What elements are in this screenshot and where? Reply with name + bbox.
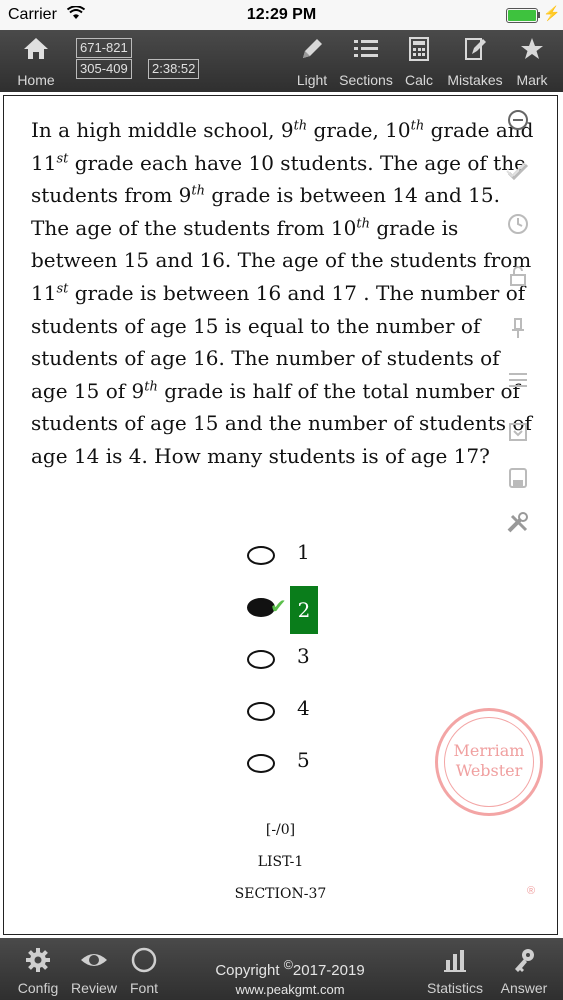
check-icon[interactable] (500, 156, 536, 188)
option-label: 5 (297, 748, 310, 772)
circle-icon (131, 947, 157, 973)
pencil-icon (303, 39, 322, 58)
bottom-toolbar: Config Review Font Copyright ©2017-2019 … (0, 938, 563, 1000)
minus-circle-icon[interactable] (500, 104, 536, 136)
answer-label: Answer (500, 980, 548, 996)
website-url: www.peakgmt.com (235, 982, 345, 997)
review-button[interactable]: Review (66, 938, 122, 1000)
pin-icon[interactable] (500, 312, 536, 344)
ordinal-superscript: th (144, 379, 158, 395)
bar-chart-icon (444, 950, 466, 972)
calc-label: Calc (404, 72, 433, 88)
statistics-label: Statistics (426, 980, 483, 996)
mark-button[interactable]: Mark (510, 30, 554, 92)
check-icon: ✔ (270, 596, 287, 618)
clock-icon[interactable] (500, 208, 536, 240)
edit-note-icon (465, 38, 486, 60)
list-icon[interactable] (500, 364, 536, 396)
ordinal-superscript: th (191, 183, 206, 199)
font-button[interactable]: Font (122, 938, 166, 1000)
top-toolbar: Home 671-821 305-409 2:38:52 Light Secti… (0, 30, 563, 92)
option-label: 3 (297, 644, 310, 668)
ordinal-superscript: st (56, 281, 69, 297)
lock-icon[interactable] (500, 260, 536, 292)
config-button[interactable]: Config (10, 938, 66, 1000)
radio-button[interactable] (247, 754, 275, 773)
eye-icon (81, 954, 107, 966)
score-range-bottom: 305-409 (76, 59, 132, 79)
save-icon[interactable] (500, 462, 536, 494)
tools-icon[interactable] (500, 508, 536, 540)
copyright-notice: Copyright ©2017-2019 www.peakgmt.com (180, 956, 400, 999)
score-range-top: 671-821 (76, 38, 132, 58)
option-label: 4 (297, 696, 310, 720)
mistakes-button[interactable]: Mistakes (440, 30, 510, 92)
battery-icon (506, 8, 538, 23)
gear-icon (26, 948, 50, 972)
home-button[interactable]: Home (8, 30, 64, 92)
question-text-run: grade, 10 (307, 118, 411, 142)
question-panel: In a high middle school, 9th grade, 10th… (3, 95, 558, 935)
mistakes-label: Mistakes (447, 72, 503, 88)
list-icon (354, 40, 378, 57)
mark-label: Mark (516, 72, 548, 88)
light-button[interactable]: Light (290, 30, 334, 92)
star-icon (521, 38, 543, 59)
timer: 2:38:52 (148, 59, 200, 79)
list-name: LIST-1 (257, 854, 304, 870)
ordinal-superscript: th (356, 216, 370, 232)
score-summary: [-/0] (265, 822, 296, 838)
option-1[interactable]: 1 (242, 534, 352, 574)
status-bar: Carrier 12:29 PM ⚡ (0, 0, 563, 30)
section-name: SECTION-37 (234, 886, 327, 902)
calc-button[interactable]: Calc (398, 30, 440, 92)
font-label: Font (129, 980, 158, 996)
option-3[interactable]: 3 (242, 638, 352, 678)
charging-icon: ⚡ (543, 5, 561, 21)
ordinal-superscript: st (56, 150, 69, 166)
review-label: Review (71, 980, 117, 996)
sections-label: Sections (339, 72, 393, 88)
question-text-run: In a high middle school, 9 (31, 118, 294, 142)
home-icon (24, 38, 48, 59)
question-text: In a high middle school, 9th grade, 10th… (31, 114, 536, 473)
answer-button[interactable]: Answer (492, 938, 556, 1000)
radio-button[interactable] (247, 546, 275, 565)
ordinal-superscript: th (410, 118, 425, 134)
download-icon[interactable] (500, 416, 536, 448)
home-label: Home (17, 72, 55, 88)
registered-mark: ® (527, 885, 536, 897)
key-icon (515, 949, 534, 972)
option-label-correct: 2 (290, 586, 318, 634)
option-5[interactable]: 5 (242, 742, 352, 782)
option-2[interactable]: ✔ 2 (242, 586, 352, 634)
radio-button[interactable] (247, 702, 275, 721)
statistics-button[interactable]: Statistics (418, 938, 492, 1000)
merriam-webster-stamp[interactable]: Merriam Webster (435, 708, 543, 816)
ordinal-superscript: th (293, 118, 308, 134)
calculator-icon (409, 37, 429, 61)
option-4[interactable]: 4 (242, 690, 352, 730)
sections-button[interactable]: Sections (334, 30, 398, 92)
option-label: 1 (297, 540, 310, 564)
light-label: Light (296, 72, 328, 88)
status-time: 12:29 PM (246, 6, 317, 23)
radio-button[interactable] (247, 650, 275, 669)
config-label: Config (17, 980, 59, 996)
